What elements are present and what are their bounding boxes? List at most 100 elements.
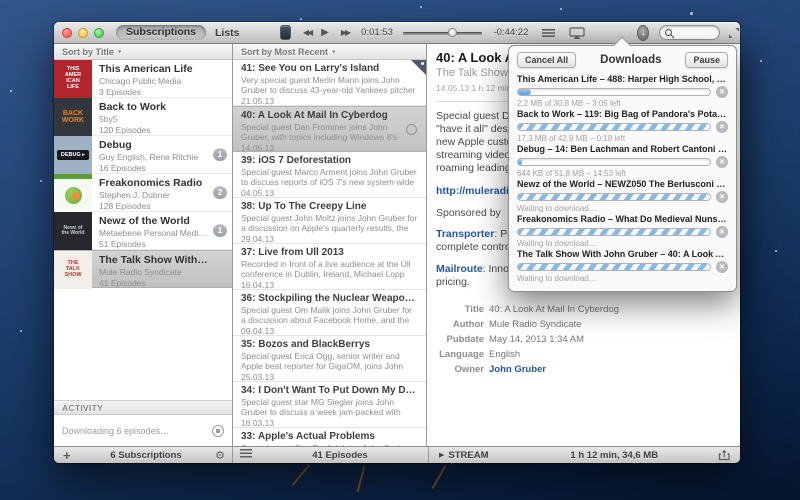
now-playing-artwork[interactable] [280,25,291,40]
download-item-title: The Talk Show With John Gruber – 40: A L… [517,249,728,259]
episodes-sort-bar[interactable]: Sort by Most Recent ▾ [233,44,426,60]
episode-row-36-stockpiling-the-nuclear-wea[interactable]: 36: Stockpiling the Nuclear Weapons of…S… [233,290,426,336]
episode-row-title: 39: iOS 7 Deforestation [241,155,418,166]
rewind-button[interactable]: ◀◀ [303,28,311,37]
cancel-download-button[interactable]: × [716,156,728,168]
search-input[interactable] [676,26,740,39]
cancel-all-button[interactable]: Cancel All [517,52,576,68]
episodes-column: Sort by Most Recent ▾ 41: See You on Lar… [232,44,427,446]
sidebar-sort-bar[interactable]: Sort by Title ▾ [54,44,232,60]
slider-knob[interactable] [448,28,457,37]
status-bar-sidebar-section: + 6 Subscriptions ⚙ [54,447,232,463]
episode-row-description: Special guest John Moltz joins John Grub… [241,213,418,233]
stream-button[interactable]: ▶ STREAM [439,450,489,461]
download-progress-row: × [517,156,728,168]
tab-subscriptions[interactable]: Subscriptions [116,25,206,40]
cancel-download-button[interactable]: × [716,191,728,203]
cancel-download-button[interactable]: × [716,226,728,238]
cancel-download-button[interactable]: × [716,86,728,98]
pause-button[interactable]: Pause [685,52,728,68]
podcast-title: Back to Work [99,101,208,113]
download-progress-row: × [517,86,728,98]
podcast-author: 5by5 [99,114,208,124]
download-item-title: Freakonomics Radio – What Do Medieval Nu… [517,214,728,224]
search-field[interactable] [659,25,720,40]
cancel-download-button[interactable]: × [716,261,728,273]
download-item-the-talk-show-with-john-gruber: The Talk Show With John Gruber – 40: A L… [509,247,736,282]
metadata-label: Language [436,347,484,362]
podcast-artwork: BACKWORK [54,98,92,136]
sidebar-item-the-talk-show-with-john[interactable]: THETALKSHOWThe Talk Show With John…Mule … [54,250,232,288]
episode-row-33-apple-s-actual-problems[interactable]: 33: Apple's Actual ProblemsSpecial guest… [233,428,426,446]
podcast-title: The Talk Show With John… [99,254,208,266]
window-toolbar: Subscriptions Lists ◀◀ ▶ ▶▶ 0:01:53 -0:4… [54,22,740,44]
episode-row-37-live-from-ll-2013[interactable]: 37: Live from Úll 2013Recorded in front … [233,244,426,290]
podcast-info: Back to Work5by5120 Episodes [99,101,208,135]
tab-lists[interactable]: Lists [215,27,240,39]
unread-badge: 2 [213,186,227,199]
downloads-button[interactable]: ↓ [637,25,649,41]
progress-bar [517,193,711,201]
download-progress-row: × [517,261,728,273]
stop-downloads-icon[interactable] [212,425,224,437]
fast-forward-button[interactable]: ▶▶ [341,28,349,37]
download-item-debug-14-ben-lachman-and-rober: Debug – 14: Ben Lachman and Robert Canto… [509,142,736,177]
sidebar-item-newz-of-the-world[interactable]: Newz ofthe WorldNewz of the WorldMetaebe… [54,212,232,250]
podcast-author: Metaebene Personal Media – … [99,228,208,238]
episode-row-41-see-you-on-larry-s-island[interactable]: 41: See You on Larry's IslandVery specia… [233,60,426,106]
close-button[interactable] [62,28,72,38]
subscription-count: 6 Subscriptions [77,450,215,461]
episode-row-date: 16.03.13 [241,418,418,428]
downloads-popover: Cancel All Downloads Pause This American… [508,45,737,292]
episode-row-description: Recorded in front of a live audience at … [241,259,418,279]
episode-row-34-i-don-t-want-to-put-down-my[interactable]: 34: I Don't Want To Put Down My DrinkSpe… [233,382,426,428]
zoom-button[interactable] [94,28,104,38]
desktop-background: Subscriptions Lists ◀◀ ▶ ▶▶ 0:01:53 -0:4… [0,0,800,500]
episode-count: 41 Episodes [252,450,428,461]
status-bar: + 6 Subscriptions ⚙ 41 Episodes ▶ STREAM… [54,446,740,463]
metadata-value-link[interactable]: John Gruber [489,362,546,377]
podcast-info: The Talk Show With John…Mule Radio Syndi… [99,254,208,288]
sponsor-link[interactable]: Transporter [436,228,494,240]
sidebar-item-back-to-work[interactable]: BACKWORKBack to Work5by5120 Episodes [54,98,232,136]
playback-slider[interactable] [403,28,482,37]
podcast-author: Stephen J. Dubner [99,190,208,200]
podcast-author: Mule Radio Syndicate [99,267,208,277]
sidebar-item-debug[interactable]: DEBUG ▸DebugGuy English, Rene Ritchie16 … [54,136,232,174]
episode-row-title: 35: Bozos and BlackBerrys [241,339,418,350]
queue-list-icon[interactable] [542,28,555,38]
podcast-episode-count: 128 Episodes [99,201,208,211]
minimize-button[interactable] [78,28,88,38]
podcast-artwork: THETALKSHOW [54,251,92,289]
episode-row-40-a-look-at-mail-in-cyberdog[interactable]: 40: A Look At Mail In CyberdogSpecial gu… [233,106,426,152]
add-subscription-button[interactable]: + [63,448,77,463]
sidebar-item-this-american-life[interactable]: THISAMERICANLIFEThis American LifeChicag… [54,60,232,98]
activity-status: Downloading 6 episodes… [62,426,212,436]
play-button[interactable]: ▶ [321,27,329,38]
unplayed-flag-dot [421,62,424,65]
metadata-value: 40: A Look At Mail In Cyberdog [489,302,619,317]
episode-row-38-up-to-the-creepy-line[interactable]: 38: Up To The Creepy LineSpecial guest J… [233,198,426,244]
sidebar-item-freakonomics-radio[interactable]: Freakonomics RadioStephen J. Dubner128 E… [54,174,232,212]
share-icon[interactable] [718,449,732,464]
episode-row-description: Special guest Marco Arment joins John Gr… [241,167,418,187]
download-progress-row: × [517,121,728,133]
gear-icon[interactable]: ⚙ [215,449,225,462]
episode-row-date: 16.04.13 [241,280,418,290]
sponsor-link[interactable]: Mailroute [436,263,483,275]
episodes-sort-label: Sort by Most Recent [241,47,328,57]
metadata-row: AuthorMule Radio Syndicate [436,317,740,332]
progress-bar [517,123,711,131]
episode-list-icon[interactable] [240,449,252,461]
metadata-label: Author [436,317,484,332]
metadata-value: English [489,347,520,362]
episode-row-date: 21.05.13 [241,96,418,106]
cancel-download-button[interactable]: × [716,121,728,133]
podcast-author: Chicago Public Media [99,76,208,86]
episode-row-39-ios-7-deforestation[interactable]: 39: iOS 7 DeforestationSpecial guest Mar… [233,152,426,198]
metadata-row: OwnerJohn Gruber [436,362,740,377]
airplay-icon[interactable] [569,27,585,39]
episode-row-35-bozos-and-blackberrys[interactable]: 35: Bozos and BlackBerrysSpecial guest E… [233,336,426,382]
episode-row-description: Special guest Erica Ogg, senior writer a… [241,351,418,371]
progress-bar [517,88,711,96]
